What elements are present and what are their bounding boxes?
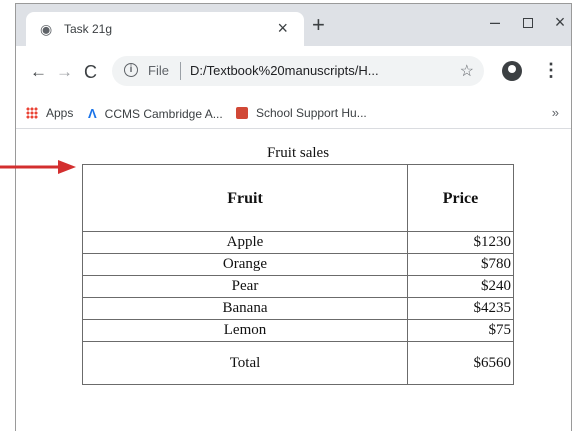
bookmark-school-support[interactable]: School Support Hu... (236, 106, 367, 120)
globe-icon: ◉ (40, 21, 53, 37)
header-fruit: Fruit (82, 164, 408, 232)
page-content: Fruit sales Fruit Price Apple $1230 Oran… (16, 129, 571, 431)
price-cell: $1230 (407, 231, 514, 254)
fruit-cell: Apple (82, 231, 408, 254)
maximize-icon (523, 18, 533, 29)
tab-strip: ◉ Task 21g × + – × (16, 4, 571, 46)
url-scheme-label: File (148, 63, 169, 78)
browser-window: ◉ Task 21g × + – × ← → C i File D:/Textb… (15, 3, 572, 431)
fruit-cell: Lemon (82, 319, 408, 342)
fruit-cell: Pear (82, 275, 408, 298)
fruit-cell: Orange (82, 253, 408, 276)
total-label-cell: Total (82, 341, 408, 385)
total-price-cell: $6560 (407, 341, 514, 385)
tab-task-21g[interactable]: ◉ Task 21g × (26, 12, 304, 46)
more-bookmarks-icon[interactable]: » (552, 105, 559, 120)
bookmark-school-label: School Support Hu... (256, 106, 367, 120)
profile-avatar-icon[interactable] (502, 61, 522, 81)
fruit-cell: Banana (82, 297, 408, 320)
new-tab-button[interactable]: + (312, 14, 325, 36)
price-cell: $780 (407, 253, 514, 276)
address-bar[interactable]: i File D:/Textbook%20manuscripts/H... ☆ (112, 56, 484, 86)
maximize-button[interactable] (514, 10, 542, 34)
table-row: Pear $240 (82, 275, 514, 298)
menu-dots-icon[interactable]: ⋮ (542, 61, 560, 79)
minimize-button[interactable]: – (481, 10, 509, 34)
apps-grid-icon (26, 107, 38, 119)
bookmarks-bar: Apps Λ CCMS Cambridge A... School Support… (16, 100, 571, 129)
table-header-row: Fruit Price (82, 164, 514, 232)
school-logo-icon (236, 107, 248, 119)
tab-close-icon[interactable]: × (277, 19, 288, 37)
info-icon[interactable]: i (124, 63, 138, 77)
table-row: Orange $780 (82, 253, 514, 276)
bookmark-apps[interactable]: Apps (26, 106, 73, 120)
annotation-arrow-icon (0, 160, 76, 174)
total-row: Total $6560 (82, 341, 514, 385)
table-row: Banana $4235 (82, 297, 514, 320)
bookmark-apps-label: Apps (46, 106, 74, 120)
price-cell: $75 (407, 319, 514, 342)
url-divider (180, 62, 181, 80)
bookmark-star-icon[interactable]: ☆ (460, 61, 474, 81)
back-icon[interactable]: ← (30, 63, 47, 81)
forward-icon[interactable]: → (56, 63, 73, 81)
tab-title: Task 21g (64, 22, 113, 36)
ccms-logo-icon: Λ (88, 106, 97, 121)
price-cell: $240 (407, 275, 514, 298)
close-window-button[interactable]: × (546, 10, 571, 34)
bookmark-ccms[interactable]: Λ CCMS Cambridge A... (88, 106, 223, 121)
table-row: Apple $1230 (82, 231, 514, 254)
table-caption: Fruit sales (266, 145, 330, 161)
price-cell: $4235 (407, 297, 514, 320)
reload-icon[interactable]: C (84, 63, 97, 81)
table-row: Lemon $75 (82, 319, 514, 342)
fruit-sales-table: Fruit Price Apple $1230 Orange $780 Pear… (82, 164, 514, 385)
url-text[interactable]: D:/Textbook%20manuscripts/H... (190, 63, 379, 78)
header-price: Price (407, 164, 514, 232)
toolbar: ← → C i File D:/Textbook%20manuscripts/H… (16, 46, 571, 100)
bookmark-ccms-label: CCMS Cambridge A... (104, 107, 223, 121)
